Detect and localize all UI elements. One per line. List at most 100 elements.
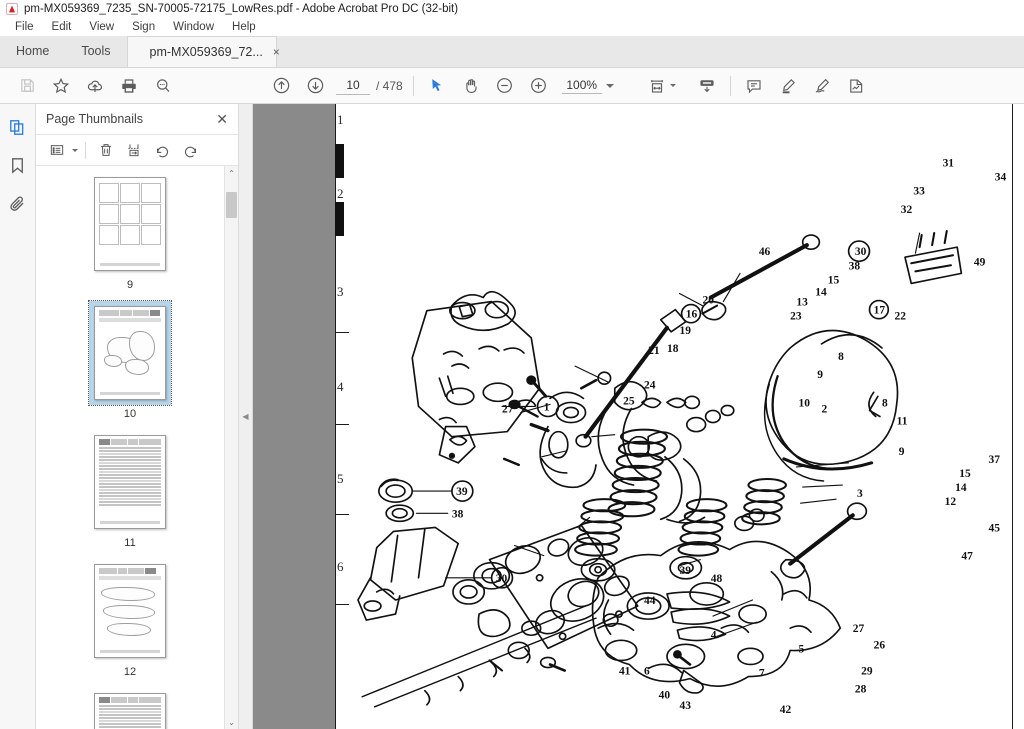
search-icon[interactable]: [146, 69, 180, 103]
svg-text:8: 8: [882, 398, 888, 410]
page-thumbnail-image: [94, 693, 166, 729]
rotate-counterclockwise-icon[interactable]: [149, 138, 175, 162]
close-icon[interactable]: ×: [273, 46, 280, 58]
zoom-level-value: 100%: [561, 78, 602, 94]
menu-view[interactable]: View: [80, 18, 123, 36]
engine-parts-exploded-diagram: 1 27 39 38 30 20 16 19 18 21 24 25 23 13…: [335, 104, 1024, 729]
svg-text:9: 9: [817, 369, 823, 381]
thumbnail-frame[interactable]: [89, 172, 171, 276]
workspace: Page Thumbnails ✕ 9 10 11 12 ⌃ ⌄ ◀ 1 2 3…: [0, 104, 1024, 729]
svg-text:22: 22: [895, 311, 907, 323]
menu-bar: File Edit View Sign Window Help: [0, 18, 1024, 36]
thumbnail-frame-selected[interactable]: [88, 300, 172, 406]
menu-sign[interactable]: Sign: [123, 18, 164, 36]
scroll-mode-icon[interactable]: [690, 69, 724, 103]
svg-text:45: 45: [989, 523, 1001, 535]
menu-window[interactable]: Window: [164, 18, 223, 36]
svg-text:3: 3: [857, 488, 863, 500]
svg-text:30: 30: [496, 573, 508, 585]
collapse-panel-icon[interactable]: ◀: [242, 412, 248, 421]
svg-text:20: 20: [702, 295, 714, 307]
svg-text:27: 27: [853, 623, 865, 635]
chevron-down-icon[interactable]: [605, 83, 614, 88]
tab-tools[interactable]: Tools: [65, 35, 126, 67]
menu-file[interactable]: File: [6, 18, 43, 36]
page-total-label: / 478: [376, 78, 403, 93]
zoom-out-icon[interactable]: [488, 69, 522, 103]
save-icon[interactable]: [10, 69, 44, 103]
tab-document[interactable]: pm-MX059369_72... ×: [126, 36, 280, 67]
panel-title: Page Thumbnails: [46, 112, 144, 126]
zoom-control[interactable]: 100%: [561, 78, 614, 94]
thumbnail-scrollbar[interactable]: ⌃ ⌄: [224, 166, 238, 729]
menu-help[interactable]: Help: [223, 18, 265, 36]
highlight-icon[interactable]: [771, 69, 805, 103]
svg-text:12: 12: [945, 496, 957, 508]
fit-page-icon[interactable]: [640, 69, 674, 103]
svg-text:31: 31: [943, 158, 955, 170]
panel-toolbar: [36, 134, 238, 166]
list-item[interactable]: 9: [36, 172, 224, 291]
next-page-icon[interactable]: [298, 69, 332, 103]
trash-icon[interactable]: [93, 138, 119, 162]
stamp-icon[interactable]: [839, 69, 873, 103]
acrobat-logo-icon: [6, 3, 18, 15]
list-item[interactable]: 11: [36, 430, 224, 549]
svg-text:47: 47: [961, 551, 973, 563]
svg-text:16: 16: [686, 309, 698, 321]
panel-splitter[interactable]: ◀: [239, 104, 253, 729]
comment-icon[interactable]: [737, 69, 771, 103]
cloud-upload-icon[interactable]: [78, 69, 112, 103]
thumbnail-page-number: 12: [123, 666, 137, 678]
menu-edit[interactable]: Edit: [43, 18, 81, 36]
svg-text:4: 4: [711, 629, 717, 641]
fit-page-chevron-down-icon[interactable]: [669, 84, 676, 87]
extract-pages-icon[interactable]: [121, 138, 147, 162]
sidebar-item-bookmarks[interactable]: [4, 150, 32, 180]
hand-tool-icon[interactable]: [454, 69, 488, 103]
print-icon[interactable]: [112, 69, 146, 103]
scrollbar-track[interactable]: [225, 180, 238, 715]
page-thumbnails-panel: Page Thumbnails ✕ 9 10 11 12 ⌃ ⌄: [36, 104, 239, 729]
thumbnail-frame[interactable]: [89, 559, 171, 663]
panel-options-chevron-down-icon[interactable]: [72, 148, 78, 152]
thumbnail-frame[interactable]: [89, 688, 171, 729]
svg-text:21: 21: [648, 345, 660, 357]
svg-text:7: 7: [759, 668, 765, 680]
sign-icon[interactable]: [805, 69, 839, 103]
thumbnail-frame[interactable]: [89, 430, 171, 534]
previous-page-icon[interactable]: [264, 69, 298, 103]
scroll-down-icon[interactable]: ⌄: [225, 715, 238, 729]
svg-text:8: 8: [838, 351, 844, 363]
svg-text:30: 30: [855, 246, 867, 258]
tab-home[interactable]: Home: [0, 35, 65, 67]
svg-text:38: 38: [849, 260, 861, 272]
list-item[interactable]: 12: [36, 559, 224, 678]
close-icon[interactable]: ✕: [214, 112, 230, 126]
page-number-input[interactable]: [336, 76, 370, 95]
zoom-in-icon[interactable]: [522, 69, 556, 103]
scrollbar-thumb[interactable]: [226, 192, 237, 218]
list-item[interactable]: 13: [36, 688, 224, 729]
svg-text:29: 29: [861, 666, 873, 678]
page-thumbnail-image: [94, 306, 166, 400]
sidebar-item-attachments[interactable]: [4, 188, 32, 218]
svg-text:27: 27: [502, 404, 514, 416]
select-tool-icon[interactable]: [420, 69, 454, 103]
svg-text:41: 41: [619, 666, 631, 678]
document-viewer[interactable]: 1 2 3 4 5 6 1 27 39 38 30 20 16 19 18 21…: [253, 104, 1024, 729]
star-icon[interactable]: [44, 69, 78, 103]
page-thumbnail-image: [94, 177, 166, 271]
svg-text:39: 39: [680, 565, 692, 577]
pdf-page[interactable]: 1 2 3 4 5 6 1 27 39 38 30 20 16 19 18 21…: [335, 104, 1024, 729]
list-options-icon[interactable]: [44, 138, 70, 162]
scroll-up-icon[interactable]: ⌃: [225, 166, 238, 180]
list-item[interactable]: 10: [36, 300, 224, 420]
svg-text:37: 37: [989, 454, 1001, 466]
svg-text:6: 6: [644, 666, 650, 678]
svg-text:10: 10: [799, 398, 811, 410]
sidebar-item-page-thumbnails[interactable]: [4, 112, 32, 142]
svg-text:42: 42: [780, 704, 792, 716]
rotate-clockwise-icon[interactable]: [177, 138, 203, 162]
panel-header: Page Thumbnails ✕: [36, 104, 238, 134]
